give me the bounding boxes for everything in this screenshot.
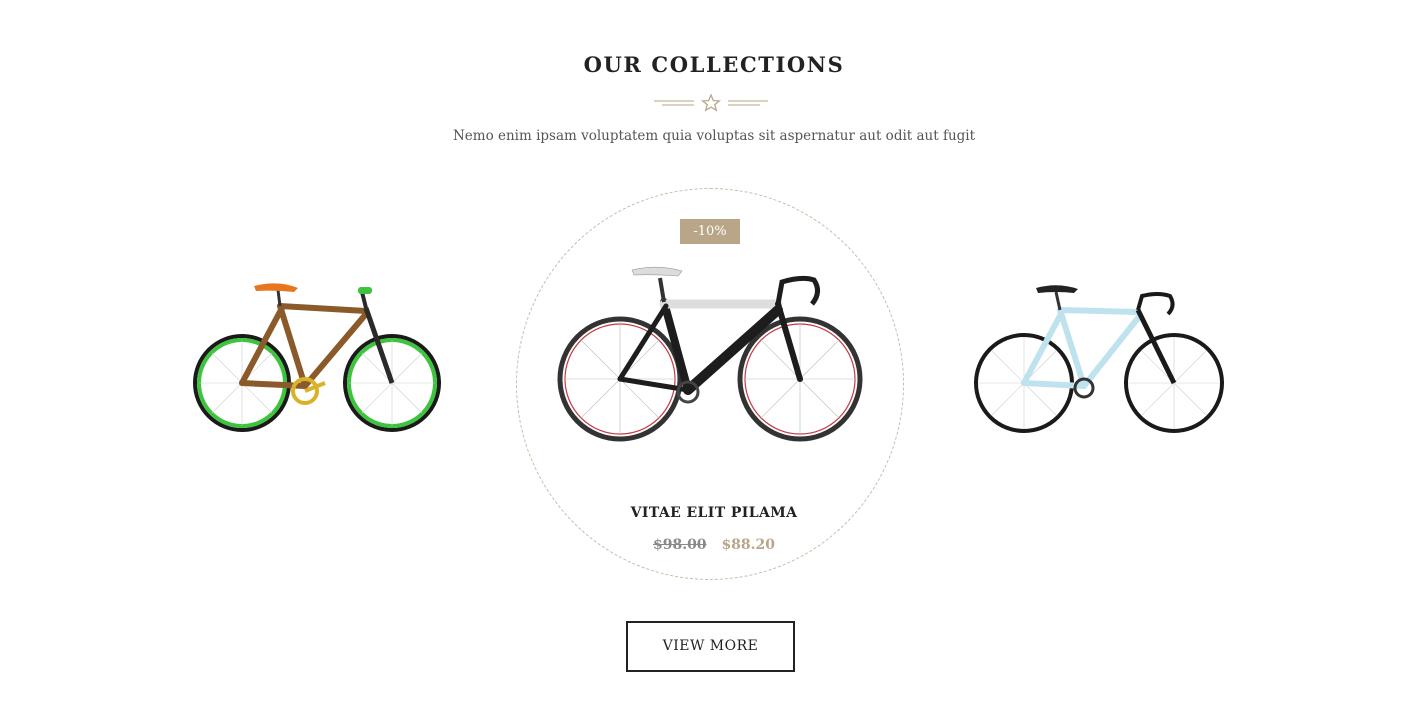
discount-badge: -10% <box>680 219 740 244</box>
original-price: $98.00 <box>652 537 707 553</box>
section-subtitle: Nemo enim ipsam voluptatem quia voluptas… <box>452 128 976 144</box>
light-blue-road-bike-image[interactable] <box>970 282 1230 438</box>
view-more-button[interactable]: VIEW MORE <box>626 621 795 672</box>
title-ornament <box>654 93 768 112</box>
bamboo-fixie-bike-image[interactable] <box>190 278 448 438</box>
sale-price: $88.20 <box>721 537 776 553</box>
product-price: $98.00 $88.20 <box>0 537 1428 553</box>
section-title: OUR COLLECTIONS <box>583 52 845 77</box>
trek-road-bike-image[interactable] <box>556 262 864 448</box>
product-name[interactable]: VITAE ELIT PILAMA <box>0 505 1428 521</box>
star-icon <box>700 93 722 112</box>
